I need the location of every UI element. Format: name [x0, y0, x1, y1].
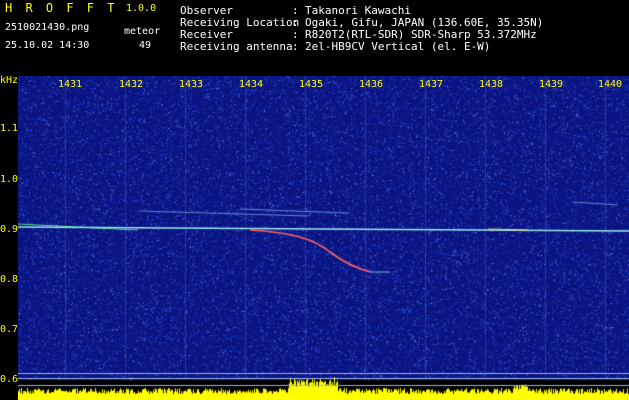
- image-filename: 2510021430.png: [5, 22, 90, 33]
- x-tick-label: 1433: [179, 79, 204, 90]
- x-tick-label: 1437: [419, 79, 444, 90]
- x-tick-label: 1439: [539, 79, 564, 90]
- y-tick-label: 0.9: [0, 224, 19, 235]
- detection-label: meteor: [124, 26, 161, 37]
- detection-count: 49: [139, 40, 152, 51]
- info-key-antenna: Receiving antenna: [180, 40, 293, 53]
- x-tick-label: 1435: [299, 79, 324, 90]
- x-tick-label: 1436: [359, 79, 384, 90]
- y-tick-label: 1.0: [0, 174, 19, 185]
- spectrogram-plot: [18, 76, 629, 400]
- x-tick-label: 1434: [239, 79, 264, 90]
- x-tick-label: 1431: [58, 79, 83, 90]
- y-tick-label: 0.8: [0, 274, 19, 285]
- info-value-antenna: 2el-HB9CV Vertical (el. E-W): [305, 40, 491, 53]
- y-axis-unit: kHz: [0, 75, 19, 86]
- y-tick-label: 0.6: [0, 374, 19, 385]
- y-tick-label: 0.7: [0, 324, 19, 335]
- app-title: H R O F F T: [5, 1, 118, 15]
- hrofft-window: H R O F F T 1.0.0 2510021430.png meteor …: [0, 0, 629, 400]
- x-tick-label: 1438: [479, 79, 504, 90]
- capture-datetime: 25.10.02 14:30: [5, 40, 90, 51]
- x-tick-label: 1432: [119, 79, 144, 90]
- y-tick-label: 1.1: [0, 123, 19, 134]
- x-tick-label: 1440: [598, 79, 623, 90]
- app-version: 1.0.0: [126, 3, 157, 14]
